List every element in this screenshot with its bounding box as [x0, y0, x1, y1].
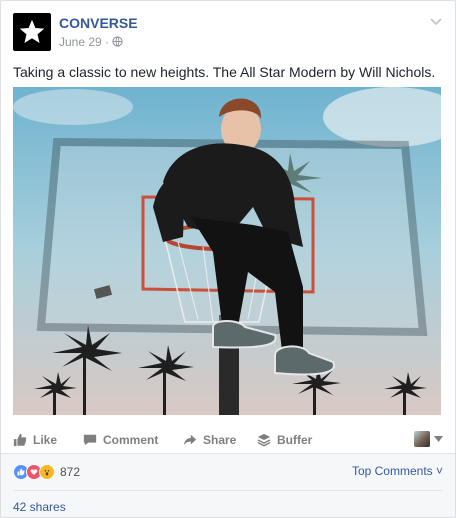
like-label: Like — [33, 433, 58, 447]
share-button[interactable]: Share — [183, 427, 236, 453]
audience-selector[interactable] — [414, 431, 443, 447]
post-photo[interactable] — [13, 87, 441, 415]
post-meta: June 29 · — [59, 35, 124, 49]
caret-down-icon — [434, 436, 443, 442]
wow-reaction-icon — [39, 464, 55, 480]
post-header: CONVERSE June 29 · — [13, 13, 443, 53]
like-icon — [13, 433, 27, 447]
post-photo-graphic — [13, 87, 441, 415]
post-date[interactable]: June 29 — [59, 35, 102, 49]
share-label: Share — [203, 433, 237, 447]
converse-star-logo-icon — [19, 19, 45, 43]
post-actions: Like Comment Share Buffer — [13, 427, 443, 453]
top-comments-dropdown[interactable]: Top Comments ˅ — [352, 464, 443, 478]
page-name-link[interactable]: CONVERSE — [59, 15, 138, 31]
like-button[interactable]: Like — [13, 427, 57, 453]
footer-divider — [13, 490, 443, 491]
buffer-icon — [257, 433, 271, 447]
post-text: Taking a classic to new heights. The All… — [13, 64, 436, 80]
audience-avatar-icon — [414, 431, 430, 447]
meta-separator: · — [105, 35, 110, 49]
post-footer: 872 Top Comments ˅ 42 shares — [1, 453, 455, 517]
buffer-label: Buffer — [277, 433, 313, 447]
chevron-down-icon[interactable] — [429, 17, 443, 27]
buffer-button[interactable]: Buffer — [257, 427, 312, 453]
comment-button[interactable]: Comment — [83, 427, 158, 453]
share-icon — [183, 434, 197, 446]
globe-icon — [112, 36, 124, 47]
reaction-count: 872 — [60, 465, 81, 479]
reactions-summary[interactable]: 872 — [13, 464, 80, 480]
comment-icon — [83, 434, 97, 446]
shares-link[interactable]: 42 shares — [13, 500, 66, 514]
post-card: CONVERSE June 29 · Taking a classic to n… — [0, 0, 456, 518]
comment-label: Comment — [103, 433, 159, 447]
page-avatar[interactable] — [13, 13, 51, 51]
